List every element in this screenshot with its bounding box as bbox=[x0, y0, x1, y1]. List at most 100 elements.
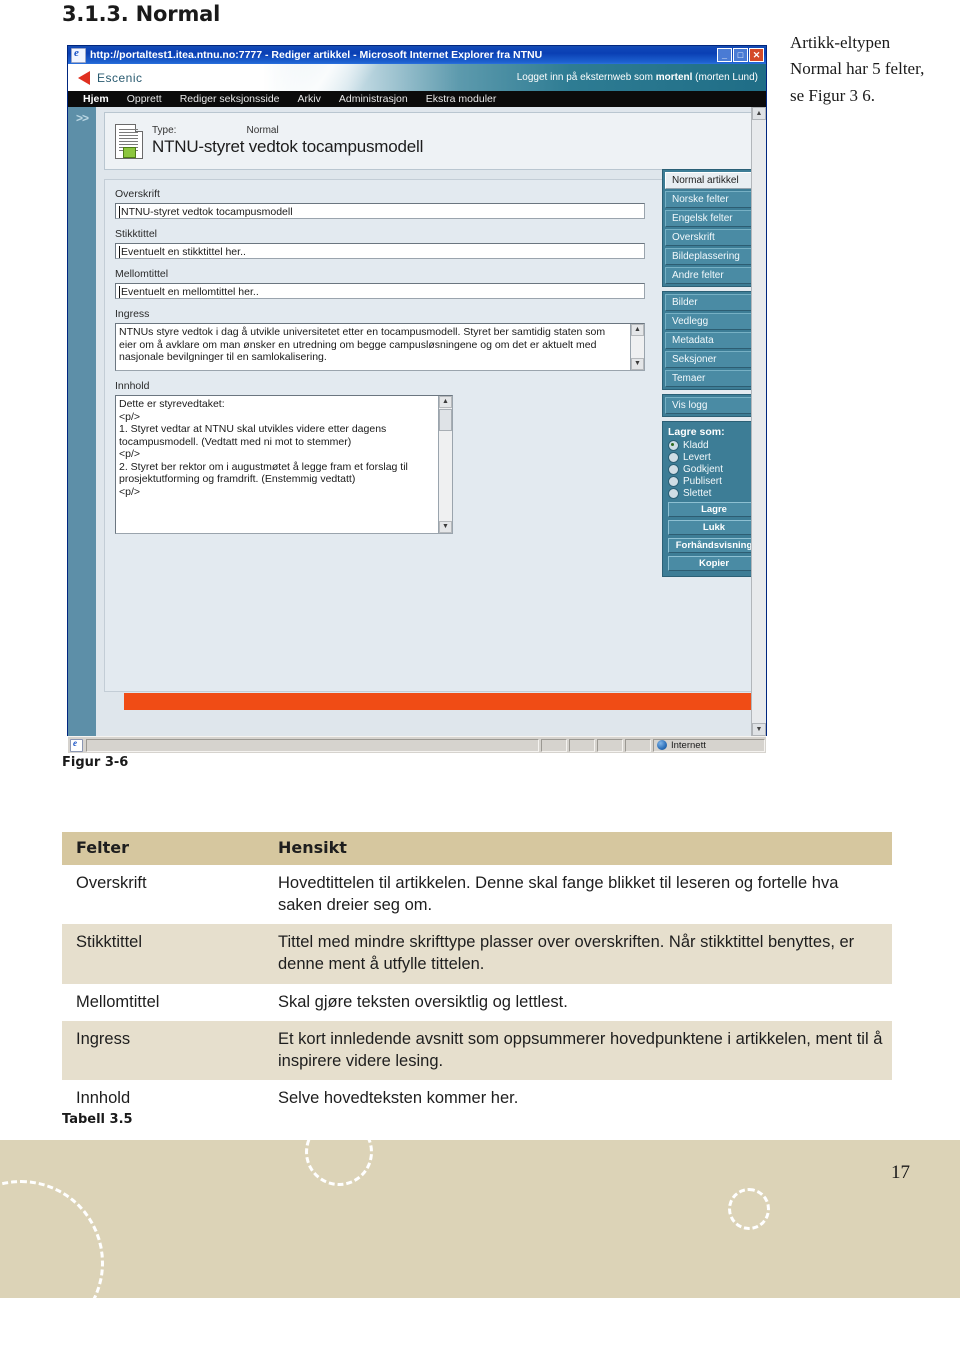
page-title: 3.1.3. Normal bbox=[62, 2, 221, 26]
menu-item-administrasjon[interactable]: Administrasjon bbox=[330, 93, 417, 105]
table-row: Ingress Et kort innledende avsnitt som o… bbox=[62, 1020, 892, 1081]
radio-slettet-label: Slettet bbox=[683, 488, 712, 499]
table-header-felter: Felter bbox=[62, 832, 264, 865]
table-row: Overskrift Hovedtittelen til artikkelen.… bbox=[62, 864, 892, 925]
input-mellomtittel[interactable]: Eventuelt en mellomtittel her.. bbox=[115, 283, 645, 299]
menu-item-hjem[interactable]: Hjem bbox=[74, 93, 118, 105]
escenic-banner: Escenic Logget inn på eksternweb som mor… bbox=[68, 64, 766, 91]
panel-tab-vedlegg[interactable]: Vedlegg bbox=[665, 313, 763, 330]
textarea-innhold-value: Dette er styrevedtaket: <p/> 1. Styret v… bbox=[119, 398, 408, 498]
article-title-heading: NTNU-styret vedtok tocampusmodell bbox=[152, 137, 424, 156]
menu-item-opprett[interactable]: Opprett bbox=[118, 93, 171, 105]
radio-levert-icon[interactable] bbox=[668, 452, 679, 463]
ingress-scrollbar[interactable]: ▲ ▼ bbox=[630, 324, 644, 370]
radio-slettet-icon[interactable] bbox=[668, 488, 679, 499]
table-row: Innhold Selve hovedteksten kommer her. bbox=[62, 1080, 892, 1118]
panel-tab-overskrift[interactable]: Overskrift bbox=[665, 229, 763, 246]
lagre-button[interactable]: Lagre bbox=[668, 502, 760, 517]
status-cell-3 bbox=[597, 738, 623, 752]
page-icon bbox=[70, 738, 83, 752]
lukk-button[interactable]: Lukk bbox=[668, 520, 760, 535]
radio-row-publisert[interactable]: Publisert bbox=[668, 476, 760, 487]
dashed-circle-icon bbox=[0, 1180, 104, 1346]
radio-kladd-icon[interactable] bbox=[668, 440, 679, 451]
panel-tab-engelsk-felter[interactable]: Engelsk felter bbox=[665, 210, 763, 227]
kopier-button[interactable]: Kopier bbox=[668, 556, 760, 571]
input-mellomtittel-value: Eventuelt en mellomtittel her.. bbox=[121, 286, 259, 298]
radio-row-levert[interactable]: Levert bbox=[668, 452, 760, 463]
footer-decorative-band: 17 bbox=[0, 1118, 960, 1346]
table-row: Stikktittel Tittel med mindre skrifttype… bbox=[62, 924, 892, 984]
login-fullname: (morten Lund) bbox=[692, 72, 758, 83]
document-status-badge bbox=[123, 146, 136, 158]
maximize-button[interactable]: □ bbox=[733, 48, 748, 62]
browser-statusbar: Internett bbox=[68, 736, 766, 753]
scrollbar-thumb[interactable] bbox=[439, 409, 452, 431]
panel-tab-vis-logg[interactable]: Vis logg bbox=[665, 397, 763, 414]
table-header-hensikt: Hensikt bbox=[264, 832, 892, 865]
internet-explorer-icon bbox=[71, 47, 86, 63]
radio-godkjent-icon[interactable] bbox=[668, 464, 679, 475]
field-innhold: Innhold Dette er styrevedtaket: <p/> 1. … bbox=[115, 380, 747, 534]
panel-tab-normal-artikkel[interactable]: Normal artikkel bbox=[665, 172, 763, 189]
input-overskrift[interactable]: NTNU-styret vedtok tocampusmodell bbox=[115, 203, 645, 219]
orange-accent-bar bbox=[124, 693, 752, 710]
menu-item-ekstra-moduler[interactable]: Ekstra moduler bbox=[417, 93, 506, 105]
panel-tab-seksjoner[interactable]: Seksjoner bbox=[665, 351, 763, 368]
radio-row-kladd[interactable]: Kladd bbox=[668, 440, 760, 451]
article-type-value: Normal bbox=[246, 125, 279, 136]
article-type-label: Type: bbox=[152, 125, 177, 136]
radio-row-godkjent[interactable]: Godkjent bbox=[668, 464, 760, 475]
textarea-ingress[interactable]: NTNUs styre vedtok i dag å utvikle unive… bbox=[115, 323, 645, 371]
escenic-logo-text: Escenic bbox=[97, 70, 143, 85]
window-controls: _ □ ✕ bbox=[717, 48, 764, 62]
radio-levert-label: Levert bbox=[683, 452, 711, 463]
scroll-up-icon[interactable]: ▲ bbox=[631, 324, 644, 336]
field-stikktittel: Stikktittel Eventuelt en stikktittel her… bbox=[115, 228, 747, 259]
table-cell-felter: Ingress bbox=[62, 1020, 264, 1081]
table-cell-felter: Overskrift bbox=[62, 864, 264, 925]
panel-tab-bilder[interactable]: Bilder bbox=[665, 294, 763, 311]
main-menubar: Hjem Opprett Rediger seksjonsside Arkiv … bbox=[68, 91, 766, 107]
radio-publisert-icon[interactable] bbox=[668, 476, 679, 487]
banner-swoosh-decoration bbox=[241, 64, 425, 91]
status-cell-4 bbox=[625, 738, 651, 752]
input-stikktittel[interactable]: Eventuelt en stikktittel her.. bbox=[115, 243, 645, 259]
page-number: 17 bbox=[891, 1162, 910, 1183]
table-row: Mellomtittel Skal gjøre teksten oversikt… bbox=[62, 983, 892, 1021]
panel-tab-norske-felter[interactable]: Norske felter bbox=[665, 191, 763, 208]
scroll-up-icon[interactable]: ▲ bbox=[752, 107, 766, 120]
page-vertical-scrollbar[interactable]: ▲ ▼ bbox=[751, 107, 766, 736]
menu-item-arkiv[interactable]: Arkiv bbox=[289, 93, 330, 105]
dashed-circle-icon bbox=[305, 1118, 373, 1186]
radio-row-slettet[interactable]: Slettet bbox=[668, 488, 760, 499]
menu-item-rediger-seksjonsside[interactable]: Rediger seksjonsside bbox=[171, 93, 289, 105]
innhold-scrollbar[interactable]: ▲ ▼ bbox=[438, 396, 452, 533]
label-mellomtittel: Mellomtittel bbox=[115, 268, 169, 280]
scroll-down-icon[interactable]: ▼ bbox=[752, 723, 766, 736]
forhandsvisning-button[interactable]: Forhåndsvisning bbox=[668, 538, 760, 553]
figure-caption: Figur 3-6 bbox=[62, 755, 129, 770]
article-meta: Type: Normal NTNU-styret vedtok tocampus… bbox=[152, 125, 423, 157]
panel-tab-andre-felter[interactable]: Andre felter bbox=[665, 267, 763, 284]
browser-window-screenshot: http://portaltest1.itea.ntnu.no:7777 - R… bbox=[67, 45, 767, 753]
article-document-icon bbox=[115, 123, 143, 159]
textarea-innhold[interactable]: Dette er styrevedtaket: <p/> 1. Styret v… bbox=[115, 395, 453, 534]
browser-titlebar: http://portaltest1.itea.ntnu.no:7777 - R… bbox=[68, 46, 766, 64]
radio-publisert-label: Publisert bbox=[683, 476, 722, 487]
app-body: >> Type: Normal NTNU-styret vedtok tocam… bbox=[68, 107, 766, 736]
scroll-down-icon[interactable]: ▼ bbox=[631, 358, 644, 370]
input-stikktittel-value: Eventuelt en stikktittel her.. bbox=[121, 246, 246, 258]
panel-tab-metadata[interactable]: Metadata bbox=[665, 332, 763, 349]
panel-tab-bildeplassering[interactable]: Bildeplassering bbox=[665, 248, 763, 265]
left-rail-expander[interactable]: >> bbox=[68, 107, 96, 736]
minimize-button[interactable]: _ bbox=[717, 48, 732, 62]
scroll-down-icon[interactable]: ▼ bbox=[439, 521, 452, 533]
input-overskrift-value: NTNU-styret vedtok tocampusmodell bbox=[121, 206, 293, 218]
close-button[interactable]: ✕ bbox=[749, 48, 764, 62]
scroll-up-icon[interactable]: ▲ bbox=[439, 396, 452, 408]
status-cell-2 bbox=[569, 738, 595, 752]
panel-tab-temaer[interactable]: Temaer bbox=[665, 370, 763, 387]
margin-note: Artikk-eltypen Normal har 5 felter, se F… bbox=[790, 33, 925, 105]
label-innhold: Innhold bbox=[115, 380, 150, 392]
